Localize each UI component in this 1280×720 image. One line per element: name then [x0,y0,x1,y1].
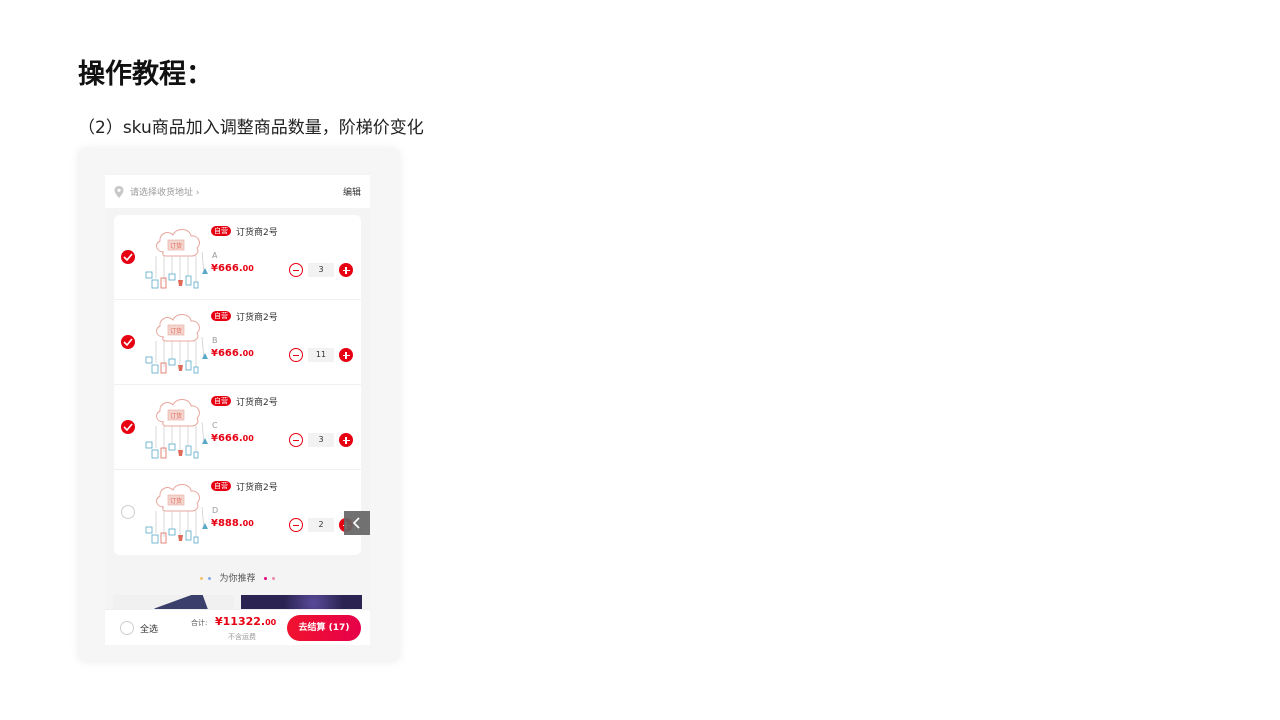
item-price: ¥888.00 [211,518,254,529]
self-operated-tag: 自营 [211,481,231,491]
decrease-quantity-button[interactable] [289,518,303,532]
self-operated-tag: 自营 [211,226,231,236]
decor-dot [272,577,276,580]
product-thumbnail[interactable]: 订货 [142,392,217,464]
edit-button[interactable]: 编辑 [343,185,361,198]
thumb-text: 订货 [170,412,182,420]
decor-dot [199,577,203,580]
decrease-quantity-button[interactable] [289,348,303,362]
product-thumbnail[interactable]: 订货 [142,307,217,379]
cart-item-row: 订货 自营 订货商2号 C ¥666.00 3 [114,385,361,470]
shipping-note: 不含运费 [228,633,256,641]
checkmark-icon [123,423,133,431]
sku-label: C [212,421,218,430]
store-name[interactable]: 订货商2号 [236,480,278,493]
item-price-decimal: 00 [242,434,254,443]
product-thumbnail[interactable]: 订货 [142,477,217,549]
item-checkbox[interactable] [121,505,135,519]
self-operated-tag: 自营 [211,396,231,406]
item-price-decimal: 00 [242,349,254,358]
store-name[interactable]: 订货商2号 [236,310,278,323]
thumb-text: 订货 [170,327,182,335]
store-name[interactable]: 订货商2号 [236,395,278,408]
sku-label: D [212,506,219,515]
thumb-text: 订货 [170,242,182,250]
checkmark-icon [123,253,133,261]
quantity-input[interactable]: 3 [308,433,334,447]
location-pin-icon [114,185,124,198]
item-price-main: ¥666. [211,348,243,359]
cart-screen: 请选择收货地址 › 编辑 订货 自营 订货商2号 A ¥666.00 3 订货 自营 订货商2号… [105,173,370,645]
decrease-quantity-button[interactable] [289,433,303,447]
address-bar[interactable]: 请选择收货地址 › 编辑 [105,175,370,208]
page-title: 操作教程： [78,59,213,90]
recommend-header: 为你推荐 [105,571,370,584]
item-price-decimal: 00 [242,264,254,273]
item-price: ¥666.00 [211,348,254,359]
item-price: ¥666.00 [211,263,254,274]
checkmark-icon [123,338,133,346]
decor-dot [207,577,211,580]
total-amount: ¥11322.00 [215,615,276,628]
item-checkbox[interactable] [121,335,135,349]
quantity-input[interactable]: 3 [308,263,334,277]
select-all-checkbox[interactable] [120,621,134,635]
decrease-quantity-button[interactable] [289,263,303,277]
address-placeholder[interactable]: 请选择收货地址 › [130,185,343,198]
item-checkbox[interactable] [121,250,135,264]
item-checkbox[interactable] [121,420,135,434]
item-price-decimal: 00 [242,519,254,528]
product-thumbnail[interactable]: 订货 [142,222,217,294]
recommend-label: 为你推荐 [219,574,256,584]
sku-label: A [212,251,218,260]
float-back-button[interactable] [344,511,370,535]
item-price-main: ¥666. [211,263,243,274]
total-label: 合计: [191,619,208,627]
cart-item-row: 订货 自营 订货商2号 D ¥888.00 2 [114,470,361,555]
cart-item-row: 订货 自营 订货商2号 B ¥666.00 11 [114,300,361,385]
chevron-left-icon [352,517,360,529]
decor-dot [264,577,268,580]
increase-quantity-button[interactable] [339,263,353,277]
total-amount-decimal: 00 [265,618,277,627]
item-price: ¥666.00 [211,433,254,444]
increase-quantity-button[interactable] [339,433,353,447]
store-name[interactable]: 订货商2号 [236,225,278,238]
increase-quantity-button[interactable] [339,348,353,362]
item-price-main: ¥666. [211,433,243,444]
quantity-input[interactable]: 11 [308,348,334,362]
total-amount-main: ¥11322. [215,615,266,628]
cart-item-list: 订货 自营 订货商2号 A ¥666.00 3 订货 自营 订货商2号 B ¥666.00 11 订货自… [114,215,361,555]
item-price-main: ¥888. [211,518,243,529]
thumb-text: 订货 [170,497,182,505]
cart-footer: 全选 合计: ¥11322.00 不含运费 去结算 (17) [105,609,370,645]
self-operated-tag: 自营 [211,311,231,321]
cart-item-row: 订货 自营 订货商2号 A ¥666.00 3 [114,215,361,300]
sku-label: B [212,336,218,345]
quantity-input[interactable]: 2 [308,518,334,532]
checkout-button[interactable]: 去结算 (17) [287,615,361,641]
select-all-label[interactable]: 全选 [140,622,158,635]
page-subtitle: （2）sku商品加入调整商品数量，阶梯价变化 [78,118,424,138]
